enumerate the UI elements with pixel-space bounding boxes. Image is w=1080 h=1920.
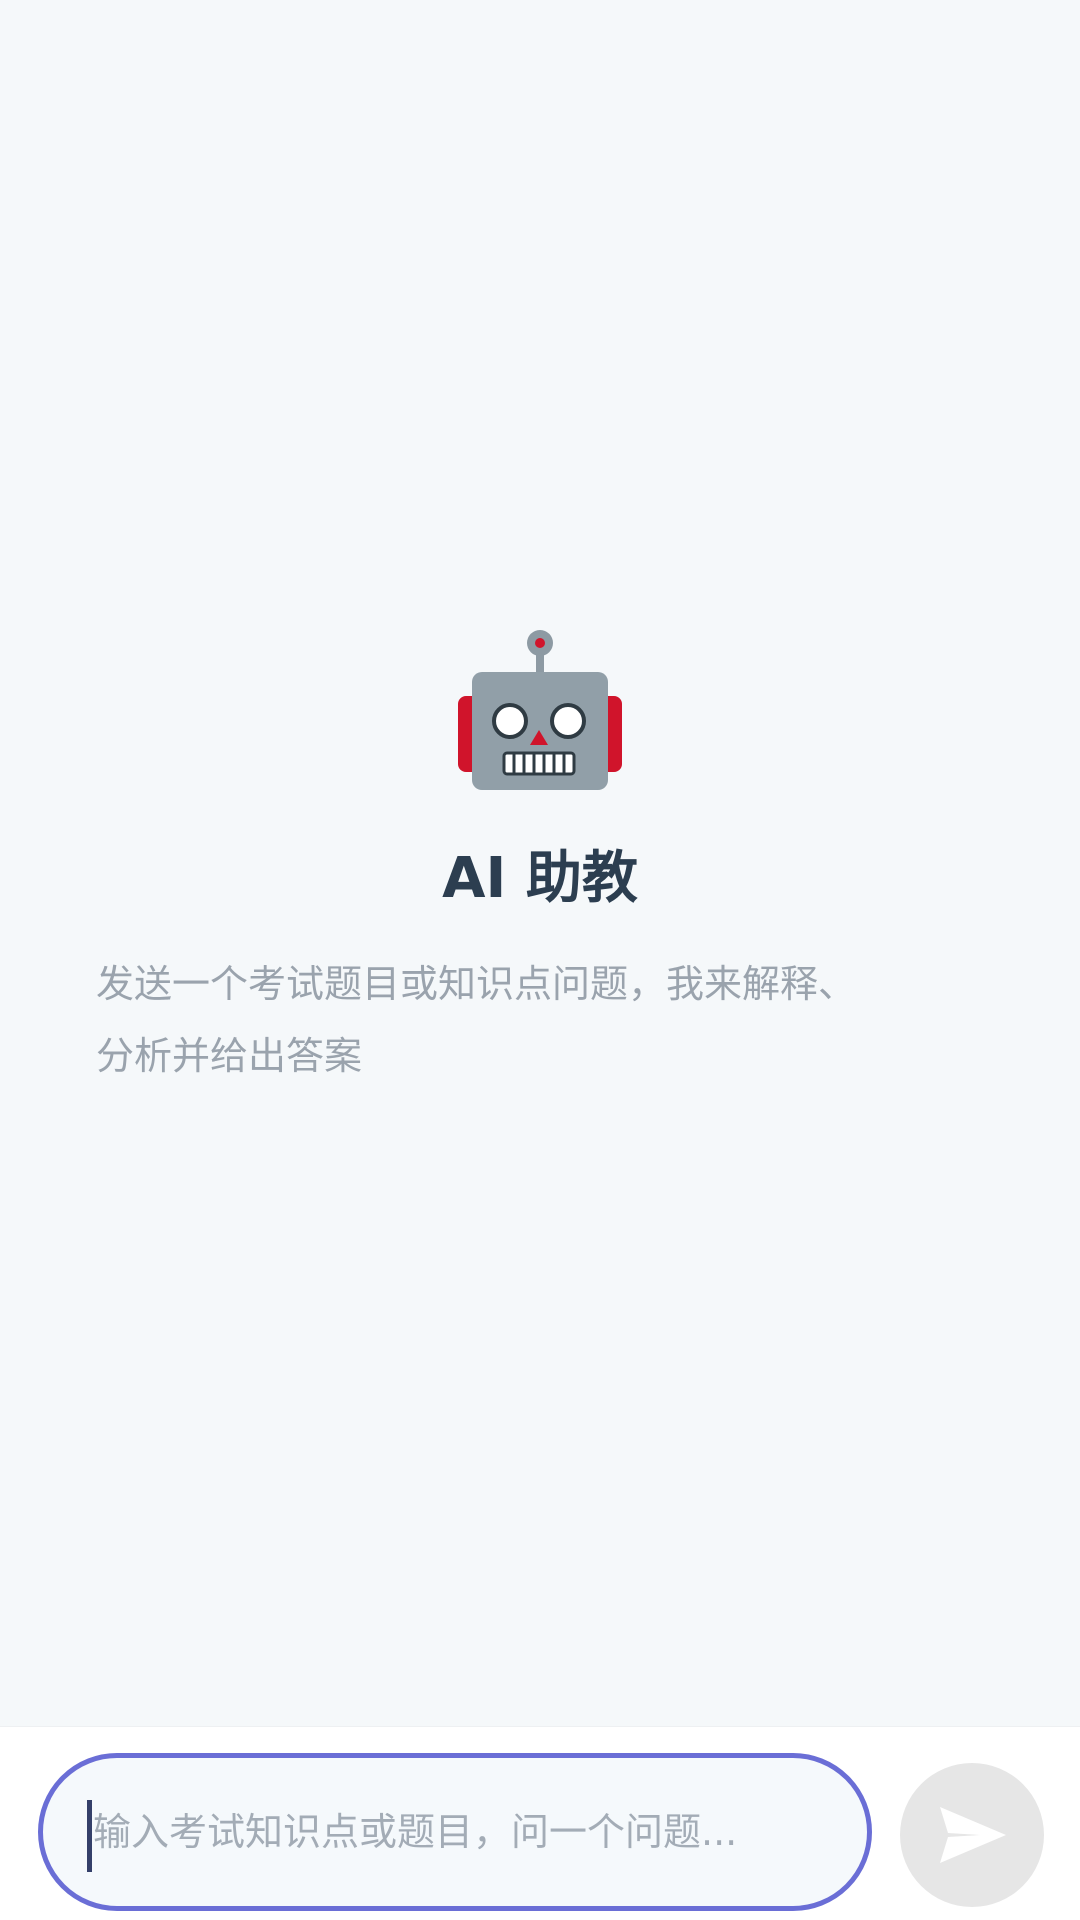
- intro-text-line-2: 分析并给出答案: [96, 1034, 363, 1078]
- input-placeholder: 输入考试知识点或题目，问一个问题...: [93, 1810, 738, 1854]
- composer-bar: 输入考试知识点或题目，问一个问题...: [0, 1726, 1080, 1920]
- robot-icon: [458, 630, 622, 790]
- send-button[interactable]: [900, 1763, 1044, 1907]
- intro-text: 发送一个考试题目或知识点问题，我来解释、 分析并给出答案: [96, 948, 986, 1092]
- question-input[interactable]: 输入考试知识点或题目，问一个问题...: [38, 1753, 872, 1911]
- text-caret: [87, 1800, 92, 1872]
- intro-text-line-1: 发送一个考试题目或知识点问题，我来解释、: [96, 962, 857, 1006]
- page-title: AI 助教: [442, 846, 638, 911]
- chat-screen: AI 助教 发送一个考试题目或知识点问题，我来解释、 分析并给出答案 输入考试知…: [0, 0, 1080, 1920]
- send-icon: [940, 1807, 1006, 1863]
